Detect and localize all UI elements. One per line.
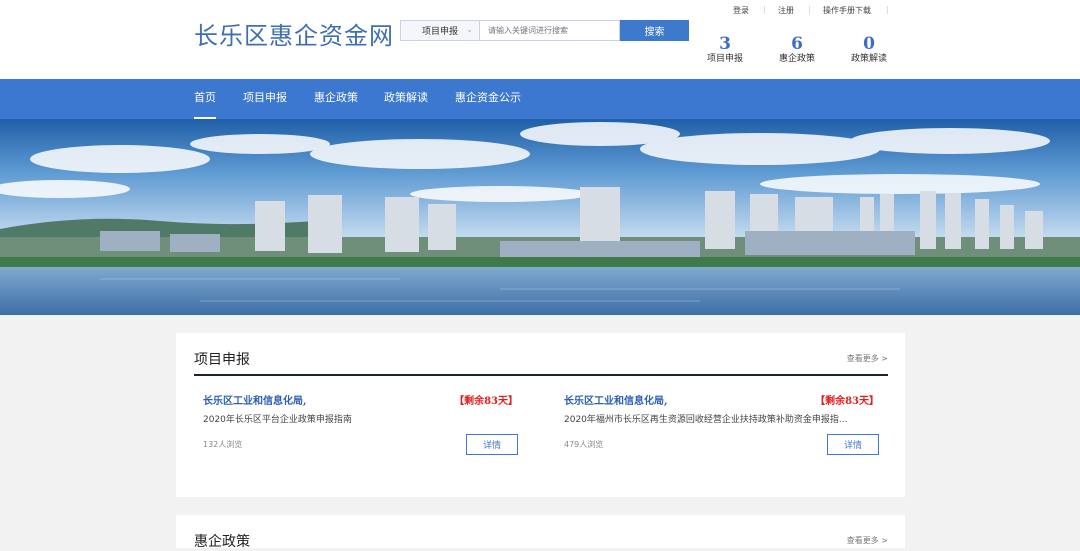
- section-title: 项目申报: [194, 352, 250, 368]
- view-more-link[interactable]: 查看更多 >: [847, 353, 888, 364]
- nav-item-home[interactable]: 首页: [194, 79, 216, 119]
- details-button[interactable]: 详情: [466, 434, 518, 455]
- item-views: 479人浏览: [564, 440, 604, 449]
- list-item: 长乐区工业和信息化局, 【剩余83天】 2020年长乐区平台企业政策申报指南 1…: [203, 392, 518, 472]
- item-remaining-days: 【剩余83天】: [815, 396, 879, 407]
- chevron-down-icon: ⌄: [466, 25, 473, 34]
- login-link[interactable]: 登录: [733, 5, 749, 16]
- project-apply-section: 项目申报 查看更多 > 长乐区工业和信息化局, 【剩余83天】 2020年长乐区…: [176, 333, 905, 497]
- details-button[interactable]: 详情: [827, 434, 879, 455]
- stat-project-apply[interactable]: 3 项目申报: [700, 35, 750, 66]
- search-category-select[interactable]: 项目申报 ⌄: [400, 20, 480, 41]
- stat-policies[interactable]: 6 惠企政策: [772, 35, 822, 66]
- nav-item-policies[interactable]: 惠企政策: [314, 79, 358, 119]
- divider: |: [763, 5, 766, 14]
- stat-value: 6: [791, 34, 803, 54]
- stat-interpretations[interactable]: 0 政策解读: [844, 35, 894, 66]
- divider: |: [886, 5, 889, 14]
- divider: [194, 374, 888, 376]
- divider: |: [808, 5, 811, 14]
- search-bar: 项目申报 ⌄ 搜索: [400, 20, 689, 41]
- stat-value: 3: [719, 34, 731, 54]
- list-item: 长乐区工业和信息化局, 【剩余83天】 2020年福州市长乐区再生资源回收经营企…: [564, 392, 879, 472]
- section-title: 惠企政策: [194, 534, 250, 550]
- search-button[interactable]: 搜索: [620, 20, 689, 41]
- stats-panel: 3 项目申报 6 惠企政策 0 政策解读: [700, 35, 900, 71]
- nav-item-interpretations[interactable]: 政策解读: [384, 79, 428, 119]
- stat-value: 0: [863, 34, 875, 54]
- stat-label: 惠企政策: [778, 54, 815, 64]
- search-input[interactable]: [480, 20, 620, 41]
- item-org[interactable]: 长乐区工业和信息化局,: [564, 392, 667, 407]
- main-nav: 首页 项目申报 惠企政策 政策解读 惠企资金公示: [0, 79, 1080, 119]
- hero-banner-image: [0, 119, 1080, 315]
- stat-label: 项目申报: [706, 54, 743, 64]
- item-views: 132人浏览: [203, 440, 243, 449]
- site-title[interactable]: 长乐区惠企资金网: [194, 16, 394, 51]
- item-remaining-days: 【剩余83天】: [454, 396, 518, 407]
- nav-item-fund-publicity[interactable]: 惠企资金公示: [455, 79, 521, 119]
- stat-label: 政策解读: [850, 54, 887, 64]
- search-category-label: 项目申报: [421, 27, 458, 37]
- site-header: 长乐区惠企资金网 项目申报 ⌄ 搜索 登录 | 注册 | 操作手册下载 | 3 …: [0, 0, 1080, 79]
- item-description[interactable]: 2020年长乐区平台企业政策申报指南: [203, 412, 352, 425]
- view-more-link[interactable]: 查看更多 >: [847, 535, 888, 546]
- manual-download-link[interactable]: 操作手册下载: [823, 5, 871, 16]
- register-link[interactable]: 注册: [778, 5, 794, 16]
- item-description[interactable]: 2020年福州市长乐区再生资源回收经营企业扶持政策补助资金申报指...: [564, 412, 848, 425]
- item-org[interactable]: 长乐区工业和信息化局,: [203, 392, 306, 407]
- nav-item-project-apply[interactable]: 项目申报: [243, 79, 287, 119]
- policies-section: 惠企政策 查看更多 >: [176, 515, 905, 550]
